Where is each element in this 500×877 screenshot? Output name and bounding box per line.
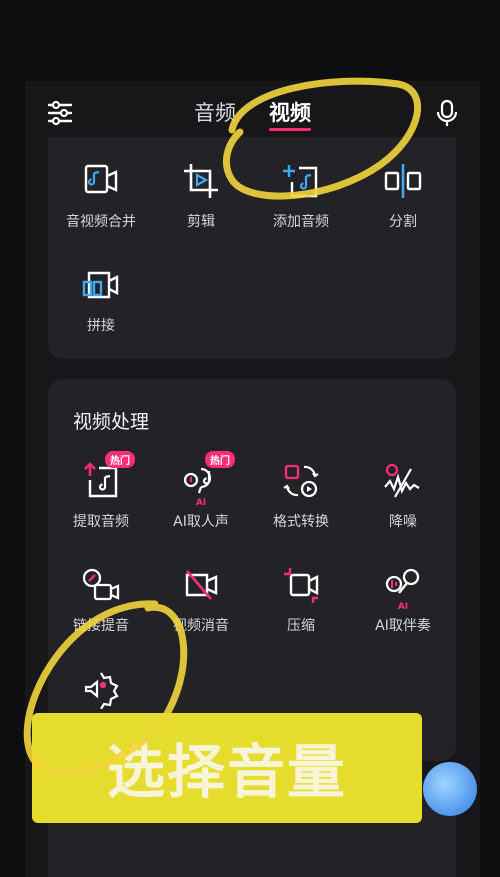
- banner-text: 选择音量: [106, 738, 347, 806]
- mute-video-icon: [181, 565, 221, 605]
- video-processing-card: 视频处理 热门 提取音频 热门 AI AI取人声 格式转换 降噪 链接提音 视频…: [48, 379, 456, 761]
- top-bar: 音频 视频: [25, 81, 480, 143]
- tool-add-audio[interactable]: 添加音频: [250, 161, 352, 231]
- tool-label: 提取音频: [73, 514, 129, 530]
- compress-icon: [281, 565, 321, 605]
- microphone-icon[interactable]: [433, 99, 461, 127]
- tool-label: 添加音频: [273, 214, 329, 230]
- section-title: 视频处理: [73, 411, 150, 433]
- tool-join[interactable]: 拼接: [50, 265, 152, 335]
- tool-ai-voice[interactable]: 热门 AI AI取人声: [150, 451, 252, 531]
- basic-tools-card: 音视频合并 剪辑 添加音频 分割 拼接: [48, 137, 456, 359]
- tab-bar: 音频 视频: [25, 97, 480, 131]
- tool-label: 剪辑: [187, 214, 215, 230]
- tool-split[interactable]: 分割: [352, 161, 454, 231]
- tool-merge-av[interactable]: 音视频合并: [50, 161, 152, 231]
- ai-accompaniment-icon: AI: [383, 565, 423, 612]
- hot-badge: 热门: [105, 451, 135, 468]
- tool-denoise[interactable]: 降噪: [352, 461, 454, 531]
- tool-label: 链接提音: [73, 618, 129, 634]
- merge-av-icon: [81, 161, 121, 201]
- hot-badge: 热门: [205, 451, 235, 468]
- tab-video[interactable]: 视频: [269, 97, 312, 131]
- tool-compress[interactable]: 压缩: [250, 565, 352, 635]
- link-audio-icon: [81, 565, 121, 605]
- tool-label: AI取伴奏: [375, 618, 431, 634]
- crop-icon: [181, 161, 221, 201]
- tool-label: 分割: [389, 214, 417, 230]
- tool-label: AI取人声: [173, 514, 229, 530]
- tool-label: 格式转换: [273, 514, 329, 530]
- floating-assistant-button[interactable]: [423, 762, 477, 816]
- tool-label: 降噪: [389, 514, 417, 530]
- add-audio-icon: [281, 161, 321, 201]
- tool-mute-video[interactable]: 视频消音: [150, 565, 252, 635]
- tool-ai-accompaniment[interactable]: AI AI取伴奏: [352, 565, 454, 635]
- extract-audio-icon: 热门: [81, 451, 135, 501]
- tool-crop[interactable]: 剪辑: [150, 161, 252, 231]
- ai-tag: AI: [397, 602, 409, 612]
- split-icon: [383, 161, 423, 201]
- denoise-icon: [383, 461, 423, 501]
- tool-label: 视频消音: [173, 618, 229, 634]
- tool-label: 拼接: [87, 318, 115, 334]
- tool-format-convert[interactable]: 格式转换: [250, 461, 352, 531]
- ai-voice-icon: 热门 AI: [181, 451, 235, 508]
- tool-link-audio[interactable]: 链接提音: [50, 565, 152, 635]
- tool-extract-audio[interactable]: 热门 提取音频: [50, 451, 152, 531]
- tool-label: 压缩: [287, 618, 315, 634]
- select-volume-banner: 选择音量: [32, 713, 422, 823]
- join-icon: [81, 265, 121, 305]
- format-convert-icon: [281, 461, 321, 501]
- tab-audio[interactable]: 音频: [194, 97, 236, 127]
- volume-icon: [81, 669, 121, 710]
- tool-label: 音视频合并: [66, 214, 136, 230]
- ai-tag: AI: [195, 498, 207, 508]
